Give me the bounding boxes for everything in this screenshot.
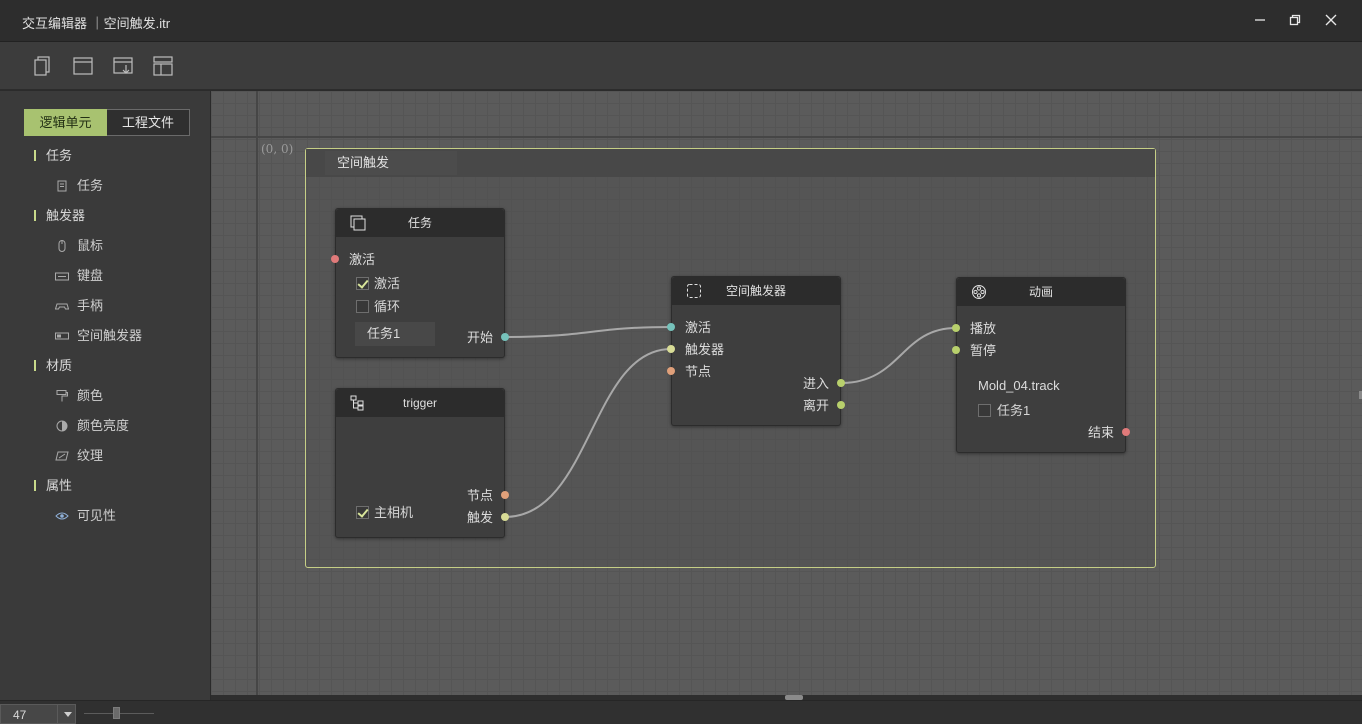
keyboard-icon — [55, 272, 69, 281]
sidebar-item-color[interactable]: 颜色 — [0, 381, 211, 411]
checkbox-task1[interactable] — [978, 404, 991, 417]
origin-label: (0, 0) — [261, 142, 294, 156]
checkbox-label: 循环 — [374, 299, 401, 314]
paint-roller-icon — [56, 390, 68, 402]
status-bar: 47 — [0, 700, 1362, 724]
sidebar-item-label: 鼠标 — [77, 238, 104, 253]
sidebar-item-label: 颜色亮度 — [77, 418, 130, 433]
gamepad-icon — [55, 303, 69, 310]
eye-icon — [55, 512, 69, 520]
restore-button[interactable] — [1281, 8, 1309, 34]
port-label-pause: 暂停 — [970, 343, 997, 358]
checkbox-label: 主相机 — [374, 505, 414, 520]
port-label-start: 开始 — [467, 330, 494, 345]
node-title: 任务 — [407, 216, 432, 230]
group-header[interactable]: 空间触发 — [306, 149, 1155, 177]
port-label-end: 结束 — [1088, 425, 1115, 440]
node-header[interactable]: trigger — [336, 389, 504, 417]
sidebar-tabs: 逻辑单元 工程文件 — [24, 109, 190, 136]
title-bar: 交互编辑器 ｜空间触发.itr — [0, 0, 1362, 42]
close-icon — [1325, 14, 1337, 26]
track-file-label: Mold_04.track — [978, 378, 1060, 393]
port-label-enter: 进入 — [803, 376, 830, 391]
node-title: 空间触发器 — [725, 284, 786, 298]
app-window: 交互编辑器 ｜空间触发.itr 逻辑单元 工程文件 任务 任务 触发器 鼠标 键… — [0, 0, 1362, 724]
port-label-trigger: 触发器 — [685, 342, 725, 357]
window-icon — [73, 57, 93, 75]
checkbox-main-camera[interactable] — [356, 506, 369, 519]
tab-logic-units[interactable]: 逻辑单元 — [24, 109, 107, 136]
canvas-y-axis — [256, 91, 258, 695]
import-button[interactable] — [111, 54, 135, 78]
sidebar-item-label: 任务 — [77, 178, 104, 193]
texture-icon — [55, 451, 69, 461]
checkbox-activate[interactable] — [356, 277, 369, 290]
new-document-icon — [34, 56, 50, 76]
checkbox-loop[interactable] — [356, 300, 369, 313]
sidebar-item-mouse[interactable]: 鼠标 — [0, 231, 211, 261]
node-canvas[interactable]: (0, 0) 空间触发 任务 激活 激活 循环 任务1 开始 trigger 节… — [211, 91, 1362, 695]
space-trigger-icon — [55, 332, 69, 340]
layout-button[interactable] — [151, 54, 175, 78]
category-task[interactable]: 任务 — [0, 141, 211, 171]
contrast-icon — [56, 420, 68, 432]
clipboard-icon — [57, 180, 67, 192]
node-header[interactable]: 动画 — [957, 278, 1125, 306]
sidebar-item-gamepad[interactable]: 手柄 — [0, 291, 211, 321]
chevron-down-icon[interactable] — [57, 705, 76, 723]
port-label-play: 播放 — [970, 321, 997, 336]
port-label-node: 节点 — [685, 364, 712, 379]
port-label-activate: 激活 — [349, 252, 376, 267]
task-name-field[interactable]: 任务1 — [355, 322, 435, 346]
zoom-slider-handle[interactable] — [113, 707, 120, 719]
sidebar-item-space-trigger[interactable]: 空间触发器 — [0, 321, 211, 351]
sidebar-item-label: 颜色 — [77, 388, 104, 403]
new-window-button[interactable] — [71, 54, 95, 78]
sidebar-item-label: 可见性 — [77, 508, 117, 523]
node-header[interactable]: 空间触发器 — [672, 277, 840, 305]
sidebar-item-keyboard[interactable]: 键盘 — [0, 261, 211, 291]
port-label-node: 节点 — [467, 488, 494, 503]
sidebar-item-label: 键盘 — [77, 268, 104, 283]
toolbar — [0, 42, 1362, 90]
sidebar-item-label: 空间触发器 — [77, 328, 143, 343]
canvas-x-axis — [211, 136, 1362, 138]
layout-icon — [153, 56, 173, 76]
zoom-select[interactable]: 47 — [0, 704, 76, 724]
restore-icon — [1289, 14, 1301, 26]
port-label-fire: 触发 — [467, 510, 494, 525]
node-title: 动画 — [1028, 285, 1053, 299]
zoom-value: 47 — [13, 708, 27, 722]
mouse-icon — [58, 240, 66, 252]
port-label-activate: 激活 — [685, 320, 712, 335]
sidebar-item-label: 纹理 — [77, 448, 104, 463]
minimize-icon — [1255, 19, 1265, 21]
sidebar-item-visibility[interactable]: 可见性 — [0, 501, 211, 531]
port-label-leave: 离开 — [803, 398, 830, 413]
window-title: 交互编辑器 ｜空间触发.itr — [22, 16, 171, 31]
node-header[interactable]: 任务 — [336, 209, 504, 237]
category-property[interactable]: 属性 — [0, 471, 211, 501]
logic-unit-tree: 任务 任务 触发器 鼠标 键盘 手柄 空间触发器 材质 颜色 颜色亮度 纹理 属… — [0, 141, 211, 531]
group-title[interactable]: 空间触发 — [325, 151, 457, 175]
sidebar-item-label: 手柄 — [77, 298, 104, 313]
sidebar-item-color-brightness[interactable]: 颜色亮度 — [0, 411, 211, 441]
node-title: trigger — [402, 396, 437, 410]
sidebar-item-texture[interactable]: 纹理 — [0, 441, 211, 471]
category-trigger[interactable]: 触发器 — [0, 201, 211, 231]
space-trigger-node[interactable]: 空间触发器 激活 触发器 节点 进入 离开 — [671, 276, 841, 426]
task-node[interactable]: 任务 激活 激活 循环 任务1 开始 — [335, 208, 505, 358]
sidebar-item-task[interactable]: 任务 — [0, 171, 211, 201]
close-button[interactable] — [1317, 8, 1345, 34]
checkbox-label: 任务1 — [997, 403, 1031, 418]
animation-node[interactable]: 动画 播放 暂停 Mold_04.track 任务1 结束 — [956, 277, 1126, 453]
tab-project-files[interactable]: 工程文件 — [107, 109, 190, 136]
import-icon — [113, 57, 133, 74]
category-material[interactable]: 材质 — [0, 351, 211, 381]
trigger-node[interactable]: trigger 节点 主相机 触发 — [335, 388, 505, 538]
sidebar: 逻辑单元 工程文件 任务 任务 触发器 鼠标 键盘 手柄 空间触发器 材质 颜色… — [0, 91, 211, 700]
new-document-button[interactable] — [31, 54, 55, 78]
checkbox-label: 激活 — [374, 276, 401, 291]
minimize-button[interactable] — [1246, 8, 1274, 34]
